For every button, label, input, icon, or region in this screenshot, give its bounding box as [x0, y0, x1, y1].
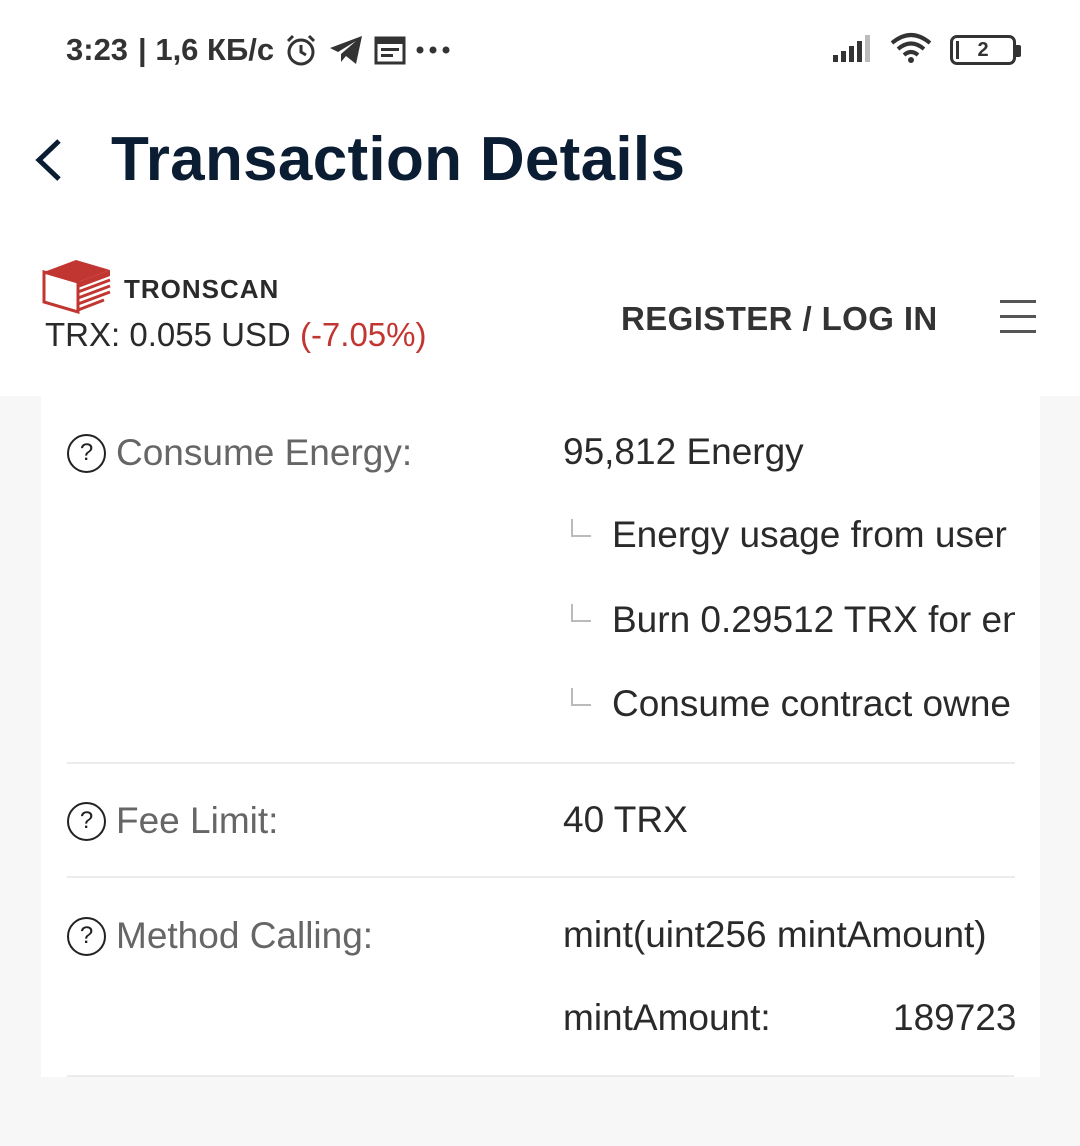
mint-amount-param-value: 189723: [893, 997, 1015, 1038]
price-change: (-7.05%): [299, 316, 427, 353]
row-divider: [67, 876, 1015, 878]
energy-sub-item: Energy usage from user: [571, 514, 1015, 556]
consume-energy-label-row: ? Consume Energy:: [67, 432, 412, 474]
trx-price: TRX: 0.055 USD (-7.05%): [45, 316, 427, 354]
consume-energy-label: Consume Energy:: [116, 432, 413, 473]
method-calling-label-row: ? Method Calling:: [67, 915, 373, 957]
chevron-left-icon: [35, 139, 61, 181]
tronscan-cube-icon: [42, 260, 111, 314]
consume-energy-value: 95,812 Energy: [563, 431, 804, 472]
status-bar: 3:23 | 1,6 КБ/с 2: [0, 0, 1080, 100]
hamburger-menu-icon[interactable]: [1000, 300, 1036, 333]
network-speed: | 1,6 КБ/с: [138, 32, 275, 67]
battery-icon: 2: [950, 35, 1021, 65]
method-calling-value: mint(uint256 mintAmount): [563, 914, 987, 955]
logo-text: TRONSCAN: [124, 273, 280, 304]
method-calling-label: Method Calling:: [116, 915, 374, 956]
wifi-icon: [890, 32, 932, 69]
telegram-icon: [328, 34, 364, 66]
energy-sub-item-text: Energy usage from user: [612, 514, 1007, 555]
back-button[interactable]: [28, 132, 68, 188]
energy-sub-item-text: Consume contract owne: [612, 683, 1011, 724]
transaction-details-card: ? Consume Energy: 95,812 Energy Energy u…: [41, 396, 1040, 1077]
help-icon[interactable]: ?: [67, 916, 106, 956]
row-divider: [67, 1075, 1014, 1077]
mint-amount-param-name: mintAmount:: [563, 997, 771, 1038]
price-value: 0.055 USD: [129, 316, 291, 353]
price-label: TRX:: [45, 316, 121, 353]
status-left: 3:23 | 1,6 КБ/с: [66, 30, 450, 70]
energy-sub-item: Burn 0.29512 TRX for en: [571, 599, 1015, 641]
calendar-icon: [374, 34, 406, 66]
help-icon[interactable]: ?: [67, 433, 106, 473]
fee-limit-value: 40 TRX: [563, 799, 688, 840]
app-header: Transaction Details: [0, 100, 1080, 220]
fee-limit-label: Fee Limit:: [116, 800, 279, 841]
branch-line-icon: [571, 604, 591, 622]
more-dots-icon: [416, 45, 450, 55]
alarm-icon: [284, 33, 318, 67]
signal-icon: [832, 33, 872, 68]
help-icon[interactable]: ?: [67, 801, 106, 841]
status-right: 2: [832, 30, 1021, 70]
tronscan-logo[interactable]: TRONSCAN: [42, 258, 279, 314]
row-divider: [67, 762, 1015, 764]
site-header: TRONSCAN TRX: 0.055 USD (-7.05%) REGISTE…: [0, 220, 1080, 396]
branch-line-icon: [571, 688, 591, 706]
battery-fill: [956, 41, 959, 59]
page-title: Transaction Details: [111, 125, 686, 194]
status-time: 3:23: [66, 32, 129, 67]
energy-sub-item: Consume contract owne: [571, 683, 1015, 725]
register-login-link[interactable]: REGISTER / LOG IN: [621, 300, 938, 338]
branch-line-icon: [571, 519, 591, 537]
fee-limit-label-row: ? Fee Limit:: [67, 800, 278, 842]
battery-level: 2: [977, 38, 989, 61]
energy-sub-item-text: Burn 0.29512 TRX for en: [612, 599, 1015, 640]
